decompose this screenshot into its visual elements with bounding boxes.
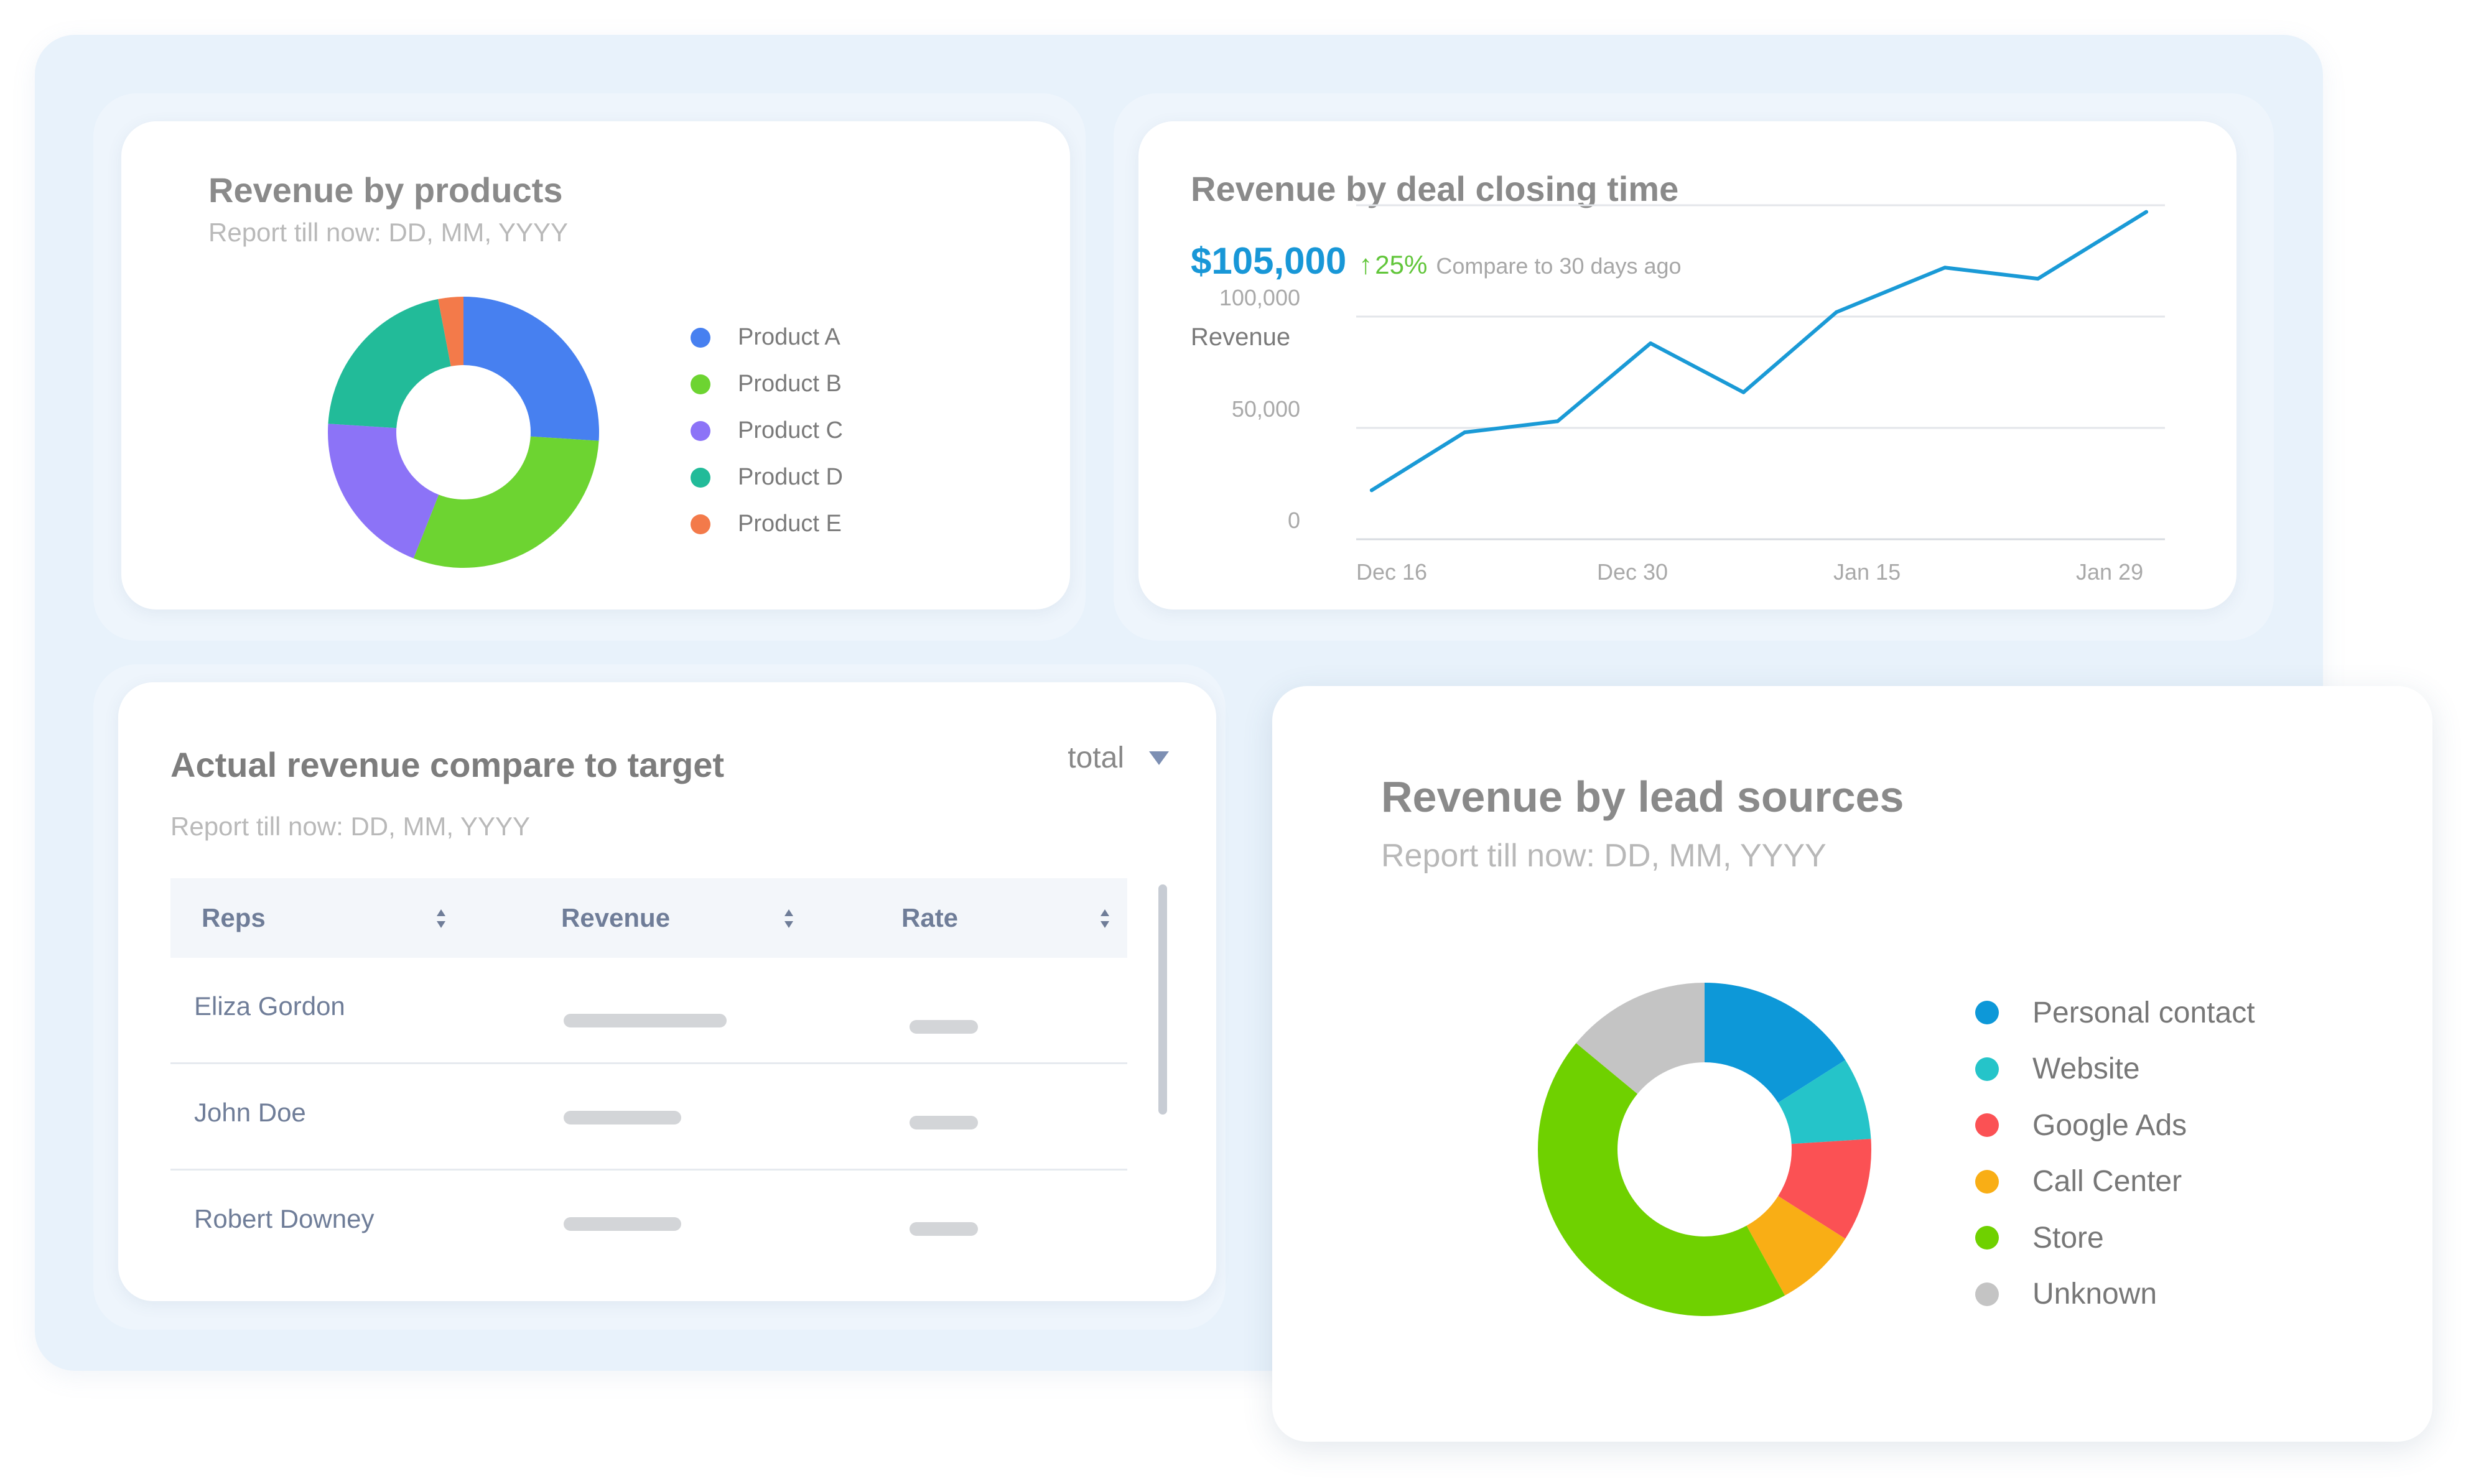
legend-dot-icon: [691, 514, 710, 534]
revenue-by-lead-sources-card: Revenue by lead sources Report till now:…: [1272, 686, 2432, 1442]
legend-dot-icon: [691, 374, 710, 394]
revenue-placeholder-bar: [564, 1111, 681, 1125]
slice-product-d[interactable]: [328, 299, 451, 429]
slice-product-a[interactable]: [463, 297, 599, 441]
legend-item-unknown[interactable]: Unknown: [1975, 1266, 2255, 1323]
column-header-rate[interactable]: Rate: [901, 878, 958, 958]
legend-item-google-ads[interactable]: Google Ads: [1975, 1097, 2255, 1154]
revenue-by-products-card: Revenue by products Report till now: DD,…: [121, 121, 1070, 610]
column-header-reps[interactable]: Reps: [202, 878, 266, 958]
x-tick-label: Dec 30: [1597, 559, 1668, 585]
card-title: Revenue by products: [208, 170, 563, 210]
card-title: Actual revenue compare to target: [170, 745, 725, 784]
rate-placeholder-bar: [910, 1020, 978, 1034]
legend-item-product-e[interactable]: Product E: [691, 501, 843, 547]
legend-item-product-a[interactable]: Product A: [691, 314, 843, 361]
x-tick-label: Jan 15: [1833, 559, 1901, 585]
y-tick-label: 50,000: [1232, 396, 1300, 422]
rate-placeholder-bar: [910, 1116, 978, 1129]
legend-label: Product B: [738, 371, 842, 397]
legend-dot-icon: [691, 467, 710, 488]
slice-store[interactable]: [1538, 1043, 1785, 1316]
table-row[interactable]: Eliza Gordon: [170, 958, 1127, 1064]
reps-table: Reps Revenue Rate Eliza Gordon John Doe Ro…: [170, 878, 1127, 1275]
legend-dot-icon: [1975, 1001, 1999, 1025]
column-header-revenue[interactable]: Revenue: [561, 878, 670, 958]
legend-item-personal-contact[interactable]: Personal contact: [1975, 985, 2255, 1041]
table-row[interactable]: John Doe: [170, 1064, 1127, 1171]
sort-icon[interactable]: [784, 909, 793, 928]
data-point: [1463, 430, 1467, 435]
revenue-placeholder-bar: [564, 1217, 681, 1231]
caret-down-icon: [1149, 751, 1169, 765]
legend-label: Store: [2032, 1221, 2104, 1254]
legend-item-product-c[interactable]: Product C: [691, 407, 843, 454]
data-point: [1369, 488, 1374, 493]
legend-item-product-b[interactable]: Product B: [691, 361, 843, 407]
sort-icon[interactable]: [1101, 909, 1109, 928]
y-tick-label: 0: [1288, 508, 1300, 533]
legend-label: Product A: [738, 324, 840, 350]
legend-dot-icon: [1975, 1169, 1999, 1194]
revenue-by-deal-closing-time-card: Revenue by deal closing time $105,000 ↑ …: [1138, 121, 2236, 610]
card-subtitle: Report till now: DD, MM, YYYY: [1381, 838, 1827, 874]
table-row[interactable]: Robert Downey: [170, 1171, 1127, 1275]
rep-name: Robert Downey: [194, 1204, 375, 1233]
products-donut-chart: [328, 297, 599, 568]
rep-name: Eliza Gordon: [194, 991, 345, 1021]
legend-dot-icon: [1975, 1113, 1999, 1138]
sort-icon[interactable]: [437, 909, 445, 928]
legend-dot-icon: [691, 327, 710, 348]
x-tick-label: Dec 16: [1356, 559, 1427, 585]
total-filter-dropdown[interactable]: total: [1068, 741, 1169, 775]
data-point: [1834, 310, 1838, 314]
legend-label: Product C: [738, 417, 843, 443]
y-axis-label: Revenue: [1191, 323, 1290, 351]
data-point: [1741, 390, 1746, 394]
legend-dot-icon: [1975, 1057, 1999, 1081]
legend-item-call-center[interactable]: Call Center: [1975, 1154, 2255, 1210]
legend-item-website[interactable]: Website: [1975, 1041, 2255, 1098]
lead-sources-donut-chart: [1538, 983, 1871, 1316]
table-scrollbar[interactable]: [1158, 884, 1167, 1115]
x-tick-label: Jan 29: [2076, 559, 2143, 585]
legend-label: Google Ads: [2032, 1108, 2187, 1142]
data-point: [1555, 419, 1560, 424]
card-subtitle: Report till now: DD, MM, YYYY: [208, 218, 569, 247]
revenue-series-line: [1369, 210, 2148, 493]
legend-dot-icon: [1975, 1282, 1999, 1306]
card-subtitle: Report till now: DD, MM, YYYY: [170, 812, 531, 841]
rep-name: John Doe: [194, 1098, 306, 1127]
data-point: [1943, 266, 1947, 270]
table-header: Reps Revenue Rate: [170, 878, 1127, 958]
rate-placeholder-bar: [910, 1222, 978, 1236]
revenue-placeholder-bar: [564, 1014, 727, 1027]
legend-dot-icon: [691, 420, 710, 441]
revenue-line-chart: Revenue 0 50,000 100,000 Dec 16 Dec 30 Jan 15 J…: [1191, 204, 2165, 585]
products-legend: Product A Product B Product C Product D Prod…: [691, 314, 843, 547]
data-point: [2036, 277, 2040, 281]
data-point: [1649, 341, 1653, 345]
legend-item-store[interactable]: Store: [1975, 1210, 2255, 1266]
legend-label: Call Center: [2032, 1165, 2182, 1199]
lead-sources-legend: Personal contact Website Google Ads Call Ce…: [1975, 985, 2255, 1322]
legend-label: Website: [2032, 1052, 2140, 1086]
legend-label: Personal contact: [2032, 996, 2255, 1029]
legend-label: Product D: [738, 464, 843, 490]
legend-item-product-d[interactable]: Product D: [691, 454, 843, 501]
y-tick-label: 100,000: [1219, 285, 1300, 310]
legend-dot-icon: [1975, 1226, 1999, 1250]
card-title: Revenue by lead sources: [1381, 772, 1904, 821]
legend-label: Product E: [738, 511, 842, 537]
legend-label: Unknown: [2032, 1278, 2157, 1311]
data-point: [2144, 210, 2148, 214]
table-body: Eliza Gordon John Doe Robert Downey: [170, 958, 1127, 1275]
filter-selected-value: total: [1068, 741, 1124, 774]
actual-vs-target-card: Actual revenue compare to target Report …: [118, 682, 1216, 1301]
slice-product-b[interactable]: [413, 436, 599, 568]
